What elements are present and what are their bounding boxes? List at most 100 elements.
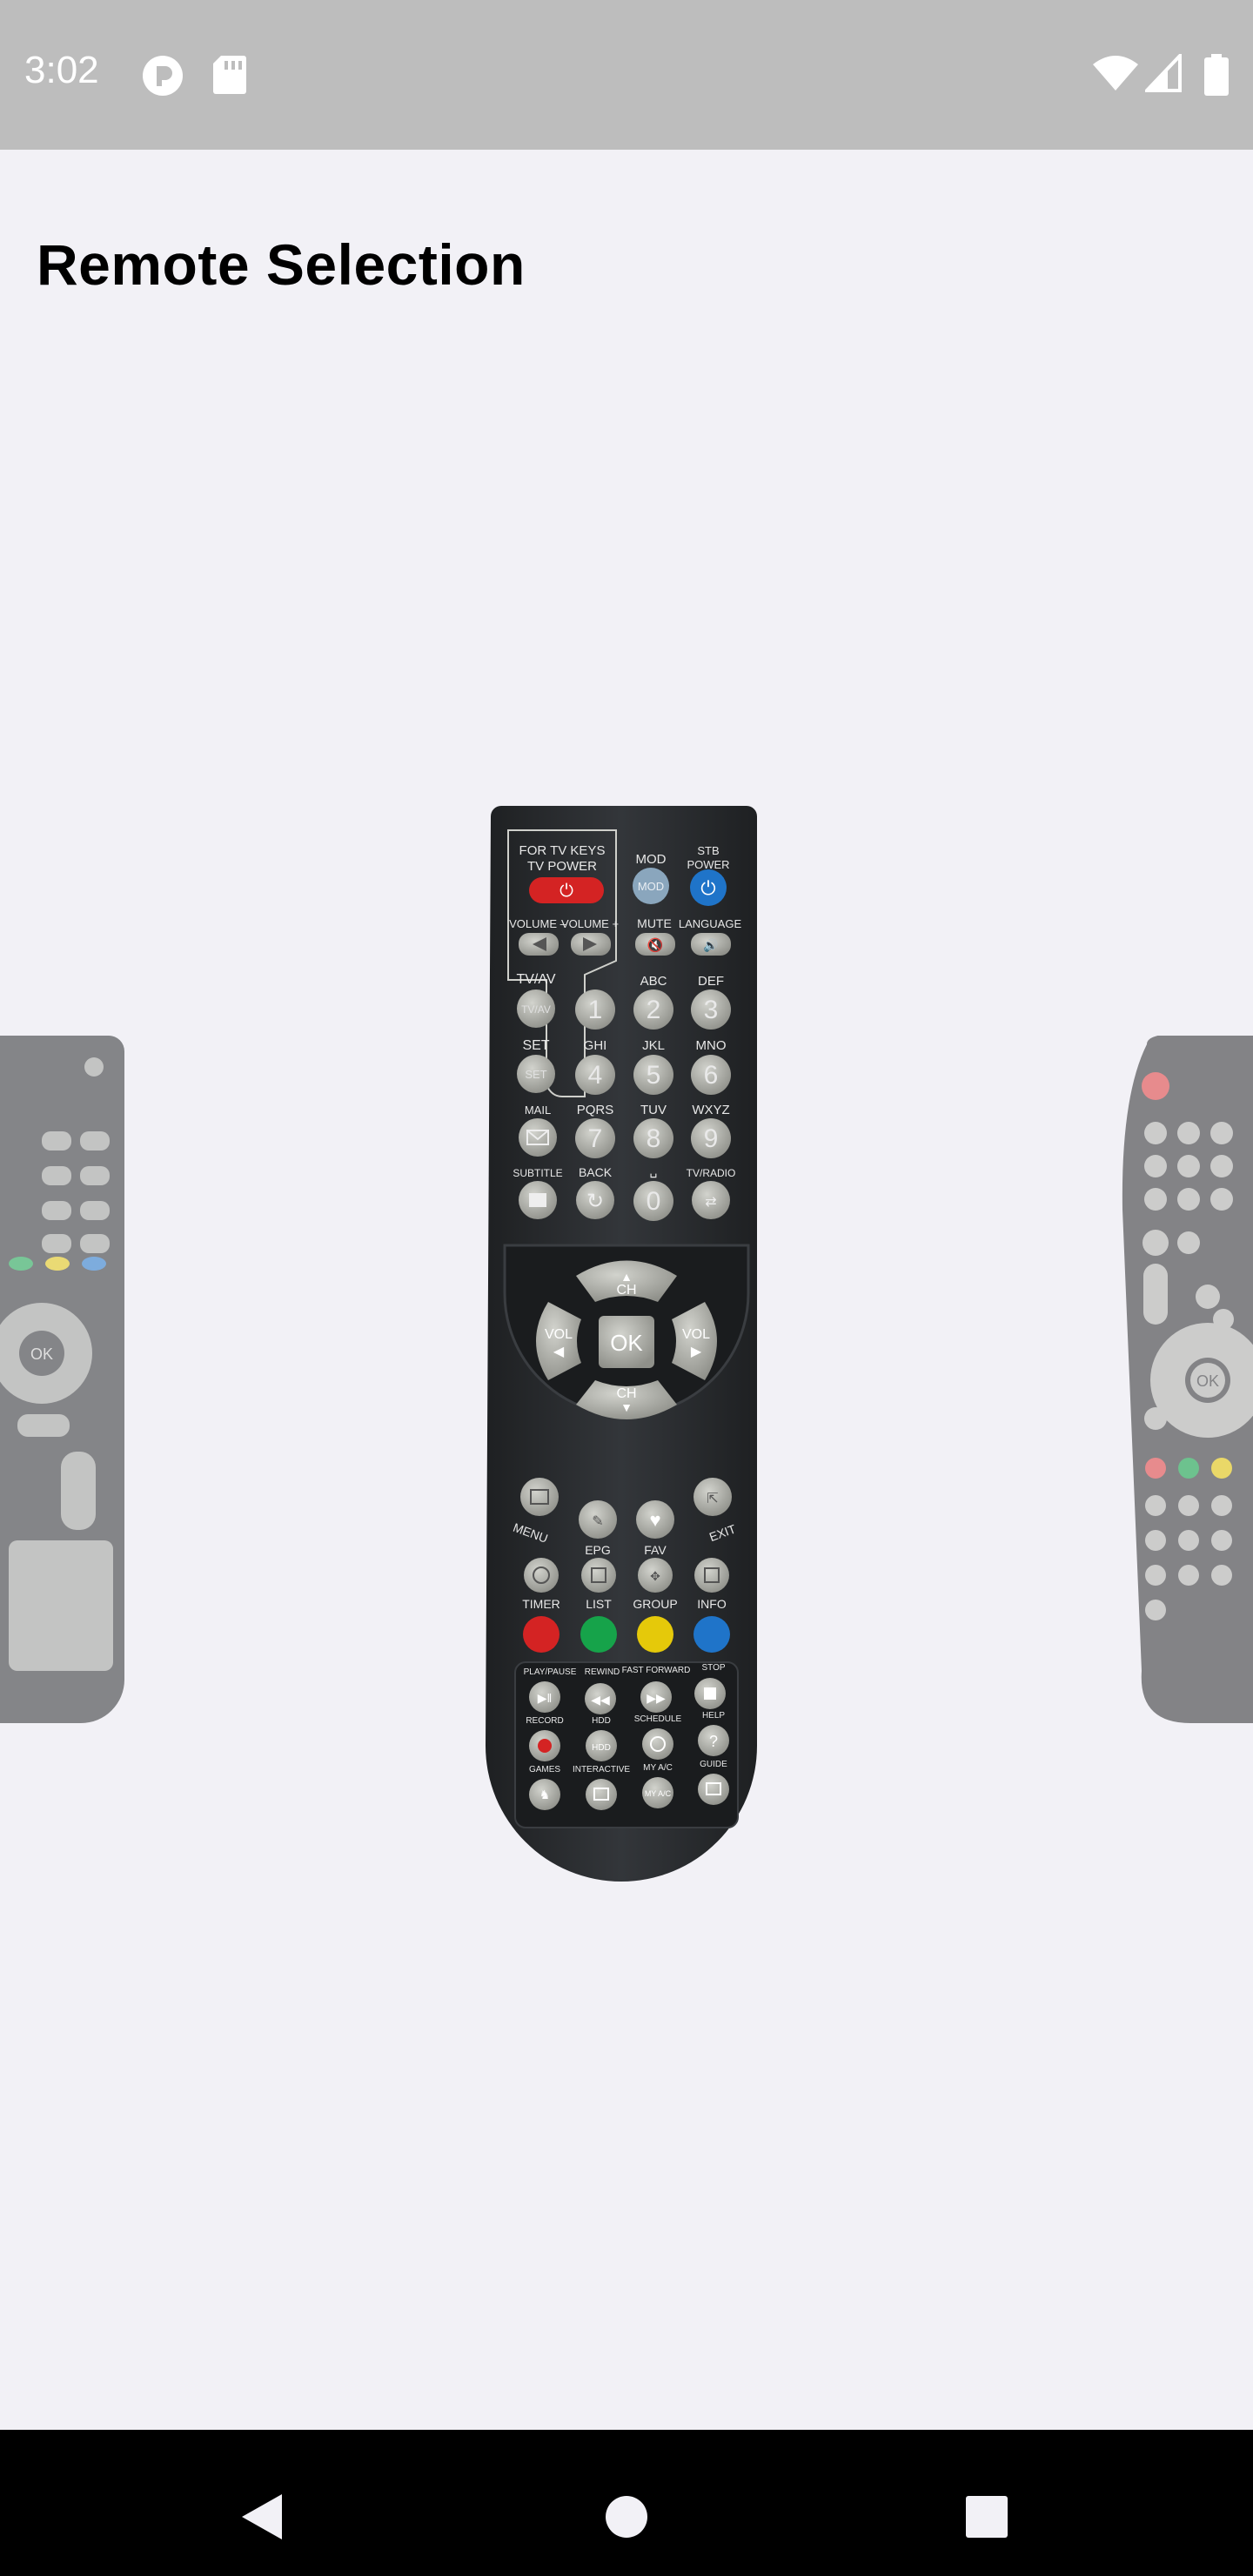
svg-text:␣: ␣	[650, 1164, 658, 1178]
svg-text:MNO: MNO	[696, 1038, 727, 1053]
battery-icon	[1204, 54, 1229, 96]
svg-text:MOD: MOD	[638, 880, 664, 893]
yellow-button[interactable]	[637, 1616, 673, 1653]
svg-text:BACK: BACK	[579, 1165, 613, 1179]
exit-icon: ⇱	[707, 1492, 718, 1506]
language-icon: 🔊	[703, 937, 718, 953]
navigation-bar	[0, 2430, 1253, 2576]
svg-text:VOLUME +: VOLUME +	[561, 917, 619, 930]
svg-text:SCHEDULE: SCHEDULE	[634, 1714, 682, 1724]
blue-button[interactable]	[694, 1616, 730, 1653]
svg-text:MAIL: MAIL	[525, 1104, 551, 1117]
svg-text:OK: OK	[1196, 1372, 1219, 1390]
svg-text:GUIDE: GUIDE	[700, 1760, 727, 1769]
remote-option-left[interactable]: OK	[0, 1036, 126, 1723]
svg-text:REWIND: REWIND	[585, 1667, 620, 1677]
svg-text:▲: ▲	[620, 1270, 633, 1284]
svg-text:SET: SET	[525, 1068, 546, 1081]
power-icon: ⏻	[700, 877, 715, 899]
svg-text:SUBTITLE: SUBTITLE	[513, 1167, 562, 1179]
svg-text:PQRS: PQRS	[577, 1103, 614, 1117]
svg-text:DEF: DEF	[698, 974, 724, 989]
svg-text:POWER: POWER	[687, 858, 729, 871]
back-triangle-icon	[242, 2494, 282, 2539]
record-icon	[538, 1739, 552, 1753]
guide-button[interactable]	[698, 1774, 729, 1805]
cell-signal-icon	[1145, 54, 1182, 92]
svg-text:▶: ▶	[691, 1345, 702, 1359]
heart-icon: ♥	[649, 1509, 660, 1531]
svg-text:FAST FORWARD: FAST FORWARD	[622, 1666, 691, 1675]
svg-text:GHI: GHI	[584, 1038, 607, 1053]
mail-button[interactable]	[519, 1118, 557, 1157]
svg-text:WXYZ: WXYZ	[692, 1103, 729, 1117]
page-title: Remote Selection	[37, 232, 526, 297]
sd-card-icon	[213, 56, 246, 94]
svg-text:LANGUAGE: LANGUAGE	[679, 917, 742, 930]
tv-keys-label: FOR TV KEYS	[519, 843, 606, 858]
svg-text:STOP: STOP	[701, 1663, 725, 1673]
status-bar: 3:02	[0, 0, 1253, 150]
recents-square-icon	[966, 2496, 1008, 2538]
tv-radio-icon: ⇄	[705, 1195, 716, 1210]
svg-text:TV/AV: TV/AV	[521, 1003, 551, 1016]
mute-icon: 🔇	[647, 937, 664, 953]
nav-recents-button[interactable]	[964, 2494, 1009, 2539]
epg-icon: ✎	[592, 1514, 603, 1529]
svg-text:TV/AV: TV/AV	[516, 972, 555, 987]
svg-text:GAMES: GAMES	[529, 1765, 560, 1774]
svg-text:TV POWER: TV POWER	[527, 859, 597, 874]
svg-text:TUV: TUV	[640, 1103, 667, 1117]
svg-text:GROUP: GROUP	[633, 1597, 677, 1611]
svg-text:CH: CH	[616, 1386, 636, 1401]
svg-text:INFO: INFO	[697, 1597, 727, 1611]
schedule-button[interactable]	[642, 1728, 673, 1760]
svg-text:STB: STB	[697, 844, 719, 857]
remote-option-center[interactable]: FOR TV KEYS TV POWER ⏻ MOD MOD STB POWER…	[479, 806, 774, 1946]
svg-text:VOL: VOL	[682, 1327, 710, 1342]
svg-text:MY A/C: MY A/C	[643, 1763, 673, 1773]
red-button[interactable]	[523, 1616, 559, 1653]
remote-option-right[interactable]: OK	[1112, 1036, 1253, 1723]
svg-text:LIST: LIST	[586, 1597, 612, 1611]
svg-text:9: 9	[704, 1124, 719, 1153]
back-icon: ↻	[586, 1190, 604, 1213]
svg-text:JKL: JKL	[642, 1038, 665, 1053]
svg-text:CH: CH	[616, 1283, 636, 1298]
timer-button[interactable]	[524, 1558, 559, 1593]
svg-text:1: 1	[588, 996, 603, 1024]
interactive-button[interactable]	[586, 1779, 617, 1810]
svg-text:MY A/C: MY A/C	[645, 1789, 672, 1798]
svg-text:SET: SET	[522, 1038, 549, 1053]
status-time: 3:02	[24, 49, 99, 91]
list-button[interactable]	[581, 1558, 616, 1593]
info-button[interactable]	[694, 1558, 729, 1593]
svg-text:VOLUME –: VOLUME –	[509, 917, 567, 930]
svg-text:EPG: EPG	[585, 1543, 611, 1557]
svg-text:FAV: FAV	[644, 1543, 667, 1557]
games-icon: ♞	[539, 1788, 551, 1801]
nav-home-button[interactable]	[604, 2494, 649, 2539]
notification-icon	[143, 56, 183, 96]
svg-text:2: 2	[647, 996, 661, 1024]
green-button[interactable]	[580, 1616, 617, 1653]
svg-text:0: 0	[647, 1187, 661, 1216]
svg-text:VOL: VOL	[545, 1327, 573, 1342]
menu-button[interactable]	[520, 1478, 559, 1516]
svg-text:3: 3	[704, 996, 719, 1024]
stop-icon	[704, 1687, 716, 1700]
svg-text:HDD: HDD	[592, 1716, 611, 1726]
svg-text:TV/RADIO: TV/RADIO	[687, 1167, 736, 1179]
svg-text:INTERACTIVE: INTERACTIVE	[573, 1765, 630, 1774]
svg-text:OK: OK	[30, 1345, 53, 1363]
help-icon: ?	[709, 1733, 718, 1750]
svg-text:HELP: HELP	[702, 1711, 725, 1721]
svg-text:8: 8	[647, 1124, 661, 1153]
svg-text:▼: ▼	[620, 1400, 633, 1414]
wifi-icon	[1093, 56, 1138, 91]
svg-text:MUTE: MUTE	[637, 916, 672, 930]
svg-text:RECORD: RECORD	[526, 1716, 563, 1726]
power-icon: ⏻	[559, 882, 573, 901]
nav-back-button[interactable]	[237, 2491, 285, 2543]
svg-text:5: 5	[647, 1061, 661, 1090]
